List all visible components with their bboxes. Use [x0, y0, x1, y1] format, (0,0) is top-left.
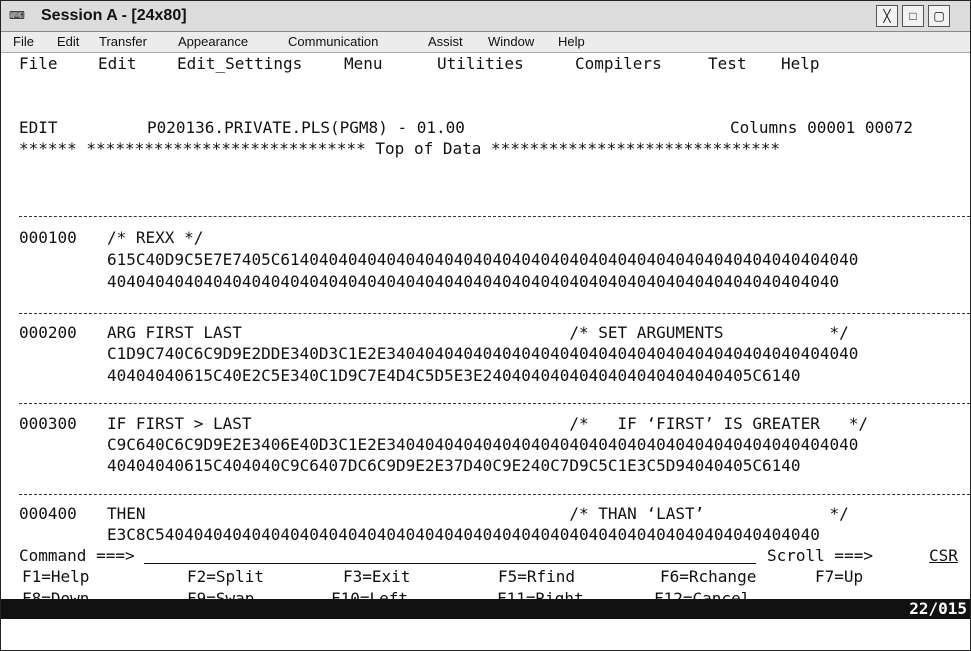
line-text-2[interactable]: ARG FIRST LAST /* SET ARGUMENTS */: [107, 322, 849, 343]
dataset-name: P020136.PRIVATE.PLS(PGM8) - 01.00: [147, 118, 465, 137]
line-hex-1a: 615C40D9C5E7E7405C6140404040404040404040…: [107, 250, 859, 269]
terminal-icon: ⌨: [9, 10, 25, 22]
status-bar: 22/015: [1, 599, 970, 619]
maximize-button[interactable]: ▢: [928, 5, 950, 27]
pf-key-f7[interactable]: F7=Up: [815, 566, 863, 587]
pf-key-f2[interactable]: F2=Split: [187, 566, 264, 587]
column-range: Columns 00001 00072: [730, 118, 914, 137]
line-hex-2a: C1D9C740C6C9D9E2DDE340D3C1E2E34040404040…: [107, 344, 859, 363]
line-separator: [19, 494, 970, 495]
scroll-amount[interactable]: CSR: [929, 545, 958, 566]
menu-help[interactable]: Help: [558, 34, 585, 49]
line-separator: [19, 403, 970, 404]
ispf-menu-help[interactable]: Help: [781, 53, 820, 74]
ispf-menu-compilers[interactable]: Compilers: [575, 53, 662, 74]
menu-edit[interactable]: Edit: [57, 34, 79, 49]
line-text-1[interactable]: /* REXX */: [107, 227, 203, 248]
menu-appearance[interactable]: Appearance: [178, 34, 248, 49]
line-number-4[interactable]: 000400: [19, 503, 77, 524]
scroll-label: Scroll ===>: [767, 546, 873, 565]
command-label: Command ===>: [19, 546, 135, 565]
line-separator: [19, 216, 970, 217]
ispf-menu-utilities[interactable]: Utilities: [437, 53, 524, 74]
line-hex-1b: 4040404040404040404040404040404040404040…: [107, 272, 840, 291]
terminal-window: ⌨ Session A - [24x80] ╳ □ ▢ File Edit Tr…: [0, 0, 971, 651]
line-text-3[interactable]: IF FIRST > LAST /* IF ‘FIRST’ IS GREATER…: [107, 413, 868, 434]
ispf-menu-menu[interactable]: Menu: [344, 53, 383, 74]
pf-key-f5[interactable]: F5=Rfind: [498, 566, 575, 587]
top-of-data: ****** ***************************** Top…: [19, 139, 780, 158]
menu-communication[interactable]: Communication: [288, 34, 378, 49]
menu-transfer[interactable]: Transfer: [99, 34, 147, 49]
title-bar: ⌨ Session A - [24x80] ╳ □ ▢: [1, 1, 970, 32]
restore-button[interactable]: □: [902, 5, 924, 27]
ispf-screen: File Edit Edit_Settings Menu Utilities C…: [1, 53, 970, 608]
line-hex-3a: C9C640C6C9D9E2E3406E40D3C1E2E34040404040…: [107, 435, 859, 454]
ispf-menu-edit-settings[interactable]: Edit_Settings: [177, 53, 302, 74]
window-title: Session A - [24x80]: [41, 7, 187, 24]
pf-key-f1[interactable]: F1=Help: [22, 566, 89, 587]
line-separator: [19, 313, 970, 314]
line-hex-3b: 40404040615C404040C9C6407DC6C9D9E2E37D40…: [107, 456, 801, 475]
command-input-underline: [144, 563, 756, 564]
line-hex-2b: 40404040615C40E2C5E340C1D9C7E4D4C5D5E3E2…: [107, 366, 801, 385]
minimize-button[interactable]: ╳: [876, 5, 898, 27]
line-number-3[interactable]: 000300: [19, 413, 77, 434]
pf-key-f3[interactable]: F3=Exit: [343, 566, 410, 587]
line-text-4[interactable]: THEN /* THAN ‘LAST’ */: [107, 503, 849, 524]
line-number-1[interactable]: 000100: [19, 227, 77, 248]
menu-window[interactable]: Window: [488, 34, 534, 49]
ispf-menu-edit[interactable]: Edit: [98, 53, 137, 74]
pf-key-f6[interactable]: F6=Rchange: [660, 566, 756, 587]
cursor-position: 22/015: [909, 599, 967, 618]
edit-mode: EDIT: [19, 118, 58, 137]
line-number-2[interactable]: 000200: [19, 322, 77, 343]
menu-assist[interactable]: Assist: [428, 34, 463, 49]
app-menubar: File Edit Transfer Appearance Communicat…: [1, 32, 970, 53]
line-hex-4a: E3C8C54040404040404040404040404040404040…: [107, 525, 820, 544]
ispf-menu-file[interactable]: File: [19, 53, 58, 74]
menu-file[interactable]: File: [13, 34, 34, 49]
ispf-menu-test[interactable]: Test: [708, 53, 747, 74]
